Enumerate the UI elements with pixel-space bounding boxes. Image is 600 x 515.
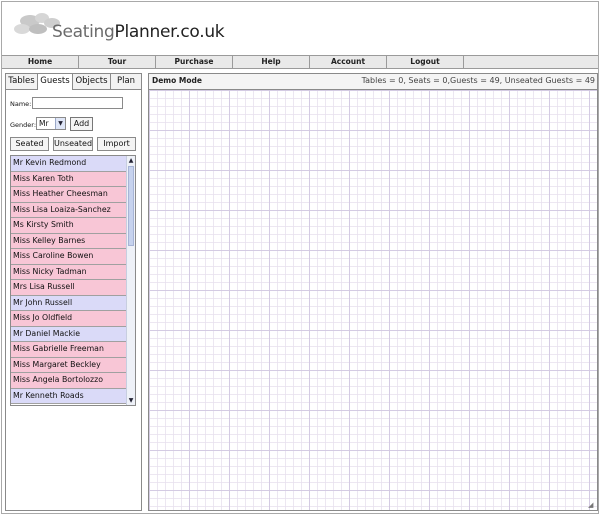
tab-tables[interactable]: Tables <box>6 74 38 90</box>
seated-button[interactable]: Seated <box>10 137 49 151</box>
nav-home[interactable]: Home <box>2 56 79 68</box>
scroll-down-icon[interactable]: ▼ <box>127 396 135 405</box>
guest-row[interactable]: Ms Kirsty Smith <box>11 218 127 234</box>
guest-row[interactable]: Miss Jo Oldfield <box>11 311 127 327</box>
plan-stats: Tables = 0, Seats = 0,Guests = 49, Unsea… <box>361 76 595 85</box>
unseated-button[interactable]: Unseated <box>53 137 93 151</box>
name-input[interactable] <box>32 97 123 109</box>
scroll-thumb[interactable] <box>128 166 134 246</box>
guests-panel: Tables Guests Objects Plan Name: Gender:… <box>5 73 142 511</box>
header: SeatingPlanner.co.uk <box>2 2 598 54</box>
import-button[interactable]: Import <box>97 137 136 151</box>
tab-guests[interactable]: Guests <box>38 74 73 90</box>
gender-label: Gender: <box>10 121 37 129</box>
guest-list-scrollbar[interactable]: ▲ ▼ <box>126 156 135 405</box>
guest-row[interactable]: Mr Daniel Mackie <box>11 326 127 342</box>
guest-row[interactable]: Miss Angela Bortolozzo <box>11 373 127 389</box>
guest-row[interactable]: Miss Margaret Beckley <box>11 357 127 373</box>
nav-help[interactable]: Help <box>233 56 310 68</box>
site-logo[interactable]: SeatingPlanner.co.uk <box>52 22 225 42</box>
guest-row[interactable]: Mr Kevin Redmond <box>11 156 127 172</box>
name-label: Name: <box>10 100 32 108</box>
panel-tabs: Tables Guests Objects Plan <box>6 74 141 90</box>
guest-row[interactable]: Mr Kenneth Roads <box>11 388 127 404</box>
guest-row[interactable]: Miss Gabrielle Freeman <box>11 342 127 358</box>
guest-row[interactable]: Miss Lisa Loaiza-Sanchez <box>11 202 127 218</box>
nav-account[interactable]: Account <box>310 56 387 68</box>
add-guest-button[interactable]: Add <box>70 117 93 131</box>
tab-objects[interactable]: Objects <box>73 74 111 90</box>
guest-list[interactable]: Mr Kevin Redmond Miss Karen Toth Miss He… <box>10 155 136 406</box>
logo-text-seating: Seating <box>52 22 115 42</box>
nav-logout[interactable]: Logout <box>387 56 464 68</box>
demo-mode-label: Demo Mode <box>152 76 202 85</box>
guest-row[interactable]: Miss Heather Cheesman <box>11 187 127 203</box>
resize-grip-icon[interactable]: ◢ <box>588 501 596 509</box>
scroll-up-icon[interactable]: ▲ <box>127 156 135 165</box>
nav-purchase[interactable]: Purchase <box>156 56 233 68</box>
seating-canvas-panel: Demo Mode Tables = 0, Seats = 0,Guests =… <box>148 73 598 511</box>
guest-row[interactable]: Miss Nicky Tadman <box>11 264 127 280</box>
logo-text-planner: Planner.co.uk <box>114 22 225 42</box>
main-nav: Home Tour Purchase Help Account Logout <box>2 55 598 69</box>
guest-row[interactable]: Miss Caroline Bowen <box>11 249 127 265</box>
guest-row[interactable]: Miss Karen Toth <box>11 171 127 187</box>
canvas-header: Demo Mode Tables = 0, Seats = 0,Guests =… <box>149 74 597 90</box>
guest-row[interactable]: Mr John Russell <box>11 295 127 311</box>
guest-row[interactable]: Miss Kelley Barnes <box>11 233 127 249</box>
gender-select[interactable]: Mr ▼ <box>36 117 66 130</box>
guest-row[interactable]: Mrs Lisa Russell <box>11 280 127 296</box>
nav-tour[interactable]: Tour <box>79 56 156 68</box>
seating-grid[interactable] <box>149 90 597 510</box>
app-window: SeatingPlanner.co.uk Home Tour Purchase … <box>1 1 599 514</box>
gender-value: Mr <box>39 119 49 128</box>
tab-plan[interactable]: Plan <box>111 74 141 90</box>
chevron-down-icon: ▼ <box>55 118 65 129</box>
